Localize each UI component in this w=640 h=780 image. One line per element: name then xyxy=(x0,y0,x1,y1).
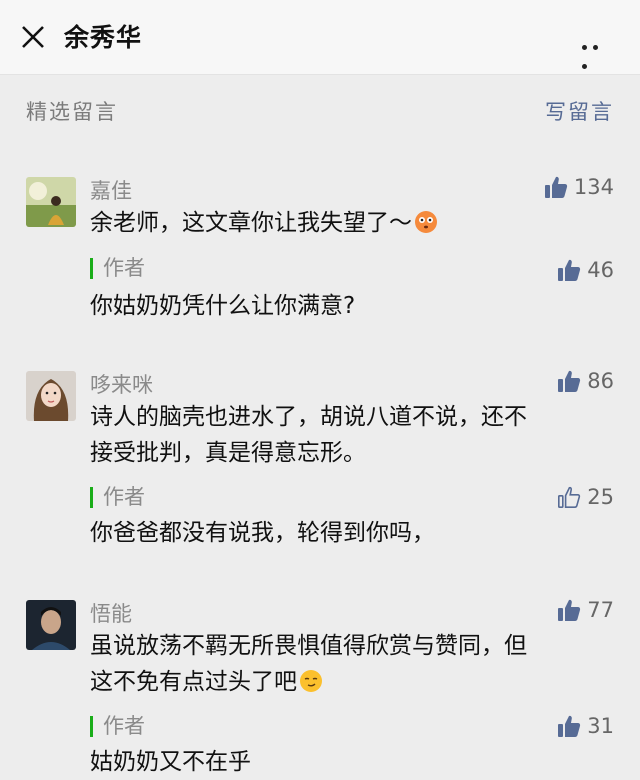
author-reply-label: 作者 xyxy=(90,716,145,737)
comments-section-header: 精选留言 写留言 xyxy=(0,96,640,130)
thumbs-up-filled-icon xyxy=(557,369,581,393)
commenter-name: 悟能 xyxy=(90,602,132,626)
like-button[interactable]: 134 xyxy=(544,175,614,199)
like-button[interactable]: 77 xyxy=(557,598,614,622)
like-button[interactable]: 86 xyxy=(557,369,614,393)
reply-like-button[interactable]: 46 xyxy=(557,258,614,282)
author-reply-label: 作者 xyxy=(90,258,145,279)
reply-like-button[interactable]: 25 xyxy=(557,485,614,509)
smirk-face-emoji xyxy=(300,670,322,692)
author-reply-text: 你姑奶奶凭什么让你满意? xyxy=(90,293,356,319)
comment-text: 诗人的脑壳也进水了，胡说八道不说，还不 接受批判，真是得意忘形。 xyxy=(90,404,527,466)
like-count: 77 xyxy=(587,598,614,622)
like-count: 25 xyxy=(587,485,614,509)
like-count: 31 xyxy=(587,714,614,738)
reply-like-button[interactable]: 31 xyxy=(557,714,614,738)
like-count: 134 xyxy=(573,175,614,199)
close-icon[interactable] xyxy=(18,22,48,52)
author-reply-label: 作者 xyxy=(90,487,145,508)
author-reply-text: 姑奶奶又不在乎 xyxy=(90,749,251,775)
commenter-name: 哆来咪 xyxy=(90,373,153,397)
more-icon[interactable] xyxy=(582,35,614,69)
comment-text: 余老师，这文章你让我失望了～ xyxy=(90,205,600,241)
page-title: 余秀华 xyxy=(64,23,143,52)
write-comment-button[interactable]: 写留言 xyxy=(545,96,614,126)
section-title: 精选留言 xyxy=(26,100,118,124)
like-count: 46 xyxy=(587,258,614,282)
top-bar: 余秀华 xyxy=(0,0,640,75)
like-count: 86 xyxy=(587,369,614,393)
author-reply-text: 你爸爸都没有说我，轮得到你吗， xyxy=(90,520,435,546)
thumbs-up-filled-icon xyxy=(557,598,581,622)
thumbs-up-filled-icon xyxy=(557,258,581,282)
comment-text: 虽说放荡不羁无所畏惧值得欣赏与赞同，但 这不免有点过头了吧 xyxy=(90,633,527,695)
commenter-name: 嘉佳 xyxy=(90,179,132,203)
thumbs-up-filled-icon xyxy=(544,175,568,199)
avatar[interactable] xyxy=(26,600,76,650)
flushed-face-emoji xyxy=(415,211,437,233)
avatar[interactable] xyxy=(26,177,76,227)
thumbs-up-filled-icon xyxy=(557,714,581,738)
thumbs-up-outline-icon xyxy=(557,485,581,509)
avatar[interactable] xyxy=(26,371,76,421)
